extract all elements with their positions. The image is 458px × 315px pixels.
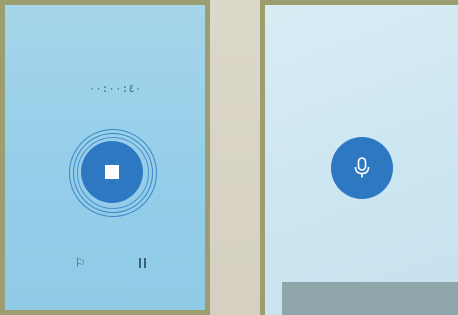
- recording-panel: ٠٠:٠٠:٤٠ ⚐: [0, 0, 210, 315]
- voice-input-panel: [260, 0, 458, 315]
- panel-divider: [210, 0, 260, 315]
- recording-timer: ٠٠:٠٠:٤٠: [88, 82, 142, 95]
- bottom-bar: [282, 282, 458, 315]
- pause-icon: [138, 258, 146, 268]
- flag-marker-button[interactable]: ⚐: [72, 255, 88, 271]
- pause-recording-button[interactable]: [134, 255, 150, 271]
- stop-icon: [105, 165, 119, 179]
- start-recording-button[interactable]: [331, 137, 393, 199]
- microphone-icon: [354, 157, 370, 178]
- flag-icon: ⚐: [74, 256, 86, 270]
- stop-recording-button[interactable]: [81, 141, 143, 203]
